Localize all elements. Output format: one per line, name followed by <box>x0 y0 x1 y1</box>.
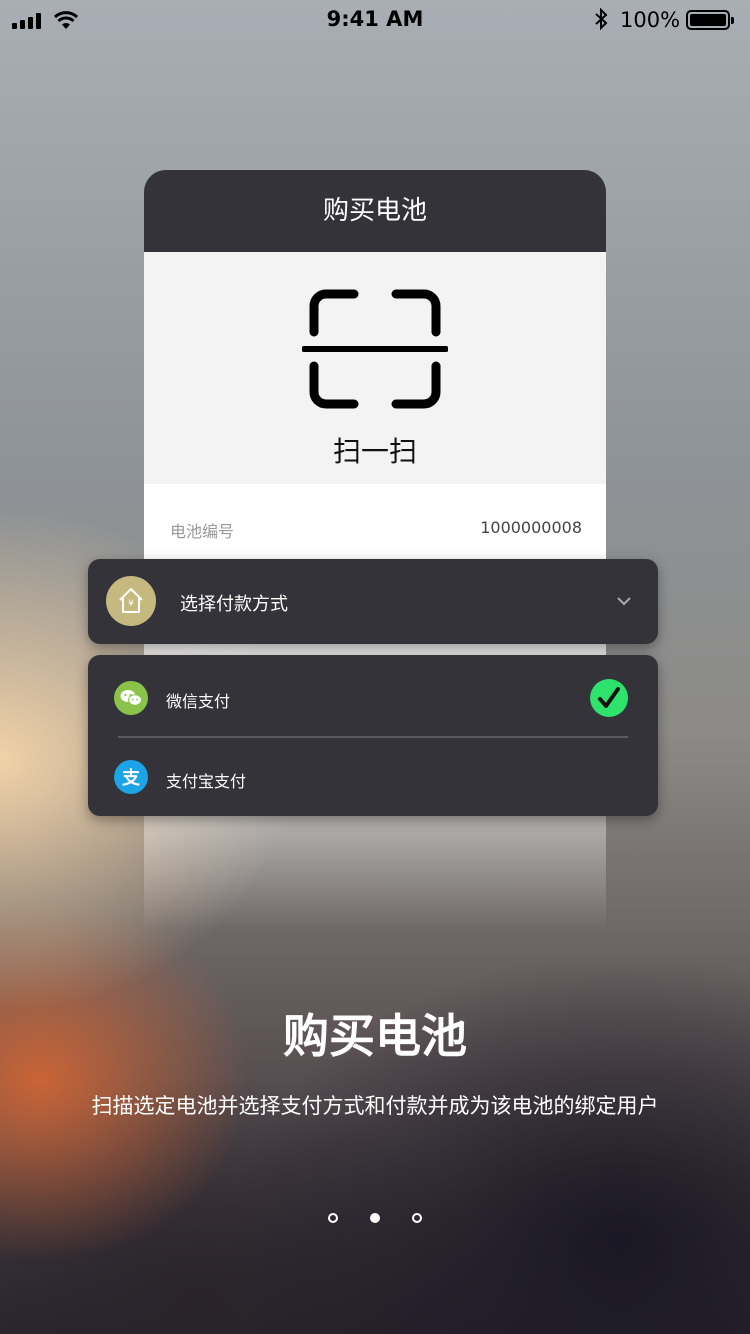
battery-percent: 100% <box>620 8 681 32</box>
status-bar: 9:41 AM 100% <box>0 0 750 40</box>
payment-option-wechat[interactable]: 微信支付 <box>88 657 658 737</box>
onboarding-headline: 购买电池 <box>283 1009 467 1063</box>
page-dot-2[interactable] <box>370 1213 380 1223</box>
payment-options-list: 微信支付 支 支付宝支付 <box>88 655 658 816</box>
alipay-icon: 支 <box>114 760 148 794</box>
page-dot-1[interactable] <box>328 1213 338 1223</box>
onboarding-subtitle: 扫描选定电池并选择支付方式和付款并成为该电池的绑定用户 <box>91 1094 659 1118</box>
chevron-down-icon <box>617 597 631 606</box>
scan-icon <box>302 289 448 409</box>
svg-text:¥: ¥ <box>128 599 134 609</box>
scan-label: 扫一扫 <box>332 435 417 468</box>
battery-number-value: 1000000008 <box>480 518 582 537</box>
battery-icon <box>686 10 734 30</box>
card-title: 购买电池 <box>144 170 606 252</box>
scan-button[interactable]: 扫一扫 <box>144 252 606 484</box>
wechat-icon <box>114 681 148 715</box>
svg-text:支: 支 <box>121 767 141 789</box>
battery-number-row: 电池编号 1000000008 <box>144 484 606 564</box>
battery-number-label: 电池编号 <box>170 522 235 541</box>
payment-option-alipay[interactable]: 支 支付宝支付 <box>88 737 658 817</box>
bluetooth-icon <box>594 7 608 35</box>
payment-method-label: 选择付款方式 <box>180 594 288 615</box>
alipay-label: 支付宝支付 <box>166 772 247 791</box>
payment-house-icon: ¥ <box>106 576 156 626</box>
selected-check-icon <box>590 679 628 717</box>
payment-method-dropdown[interactable]: ¥ 选择付款方式 <box>88 559 658 644</box>
page-dot-3[interactable] <box>412 1213 422 1223</box>
wechat-label: 微信支付 <box>166 692 231 711</box>
page-indicator <box>0 1213 750 1223</box>
